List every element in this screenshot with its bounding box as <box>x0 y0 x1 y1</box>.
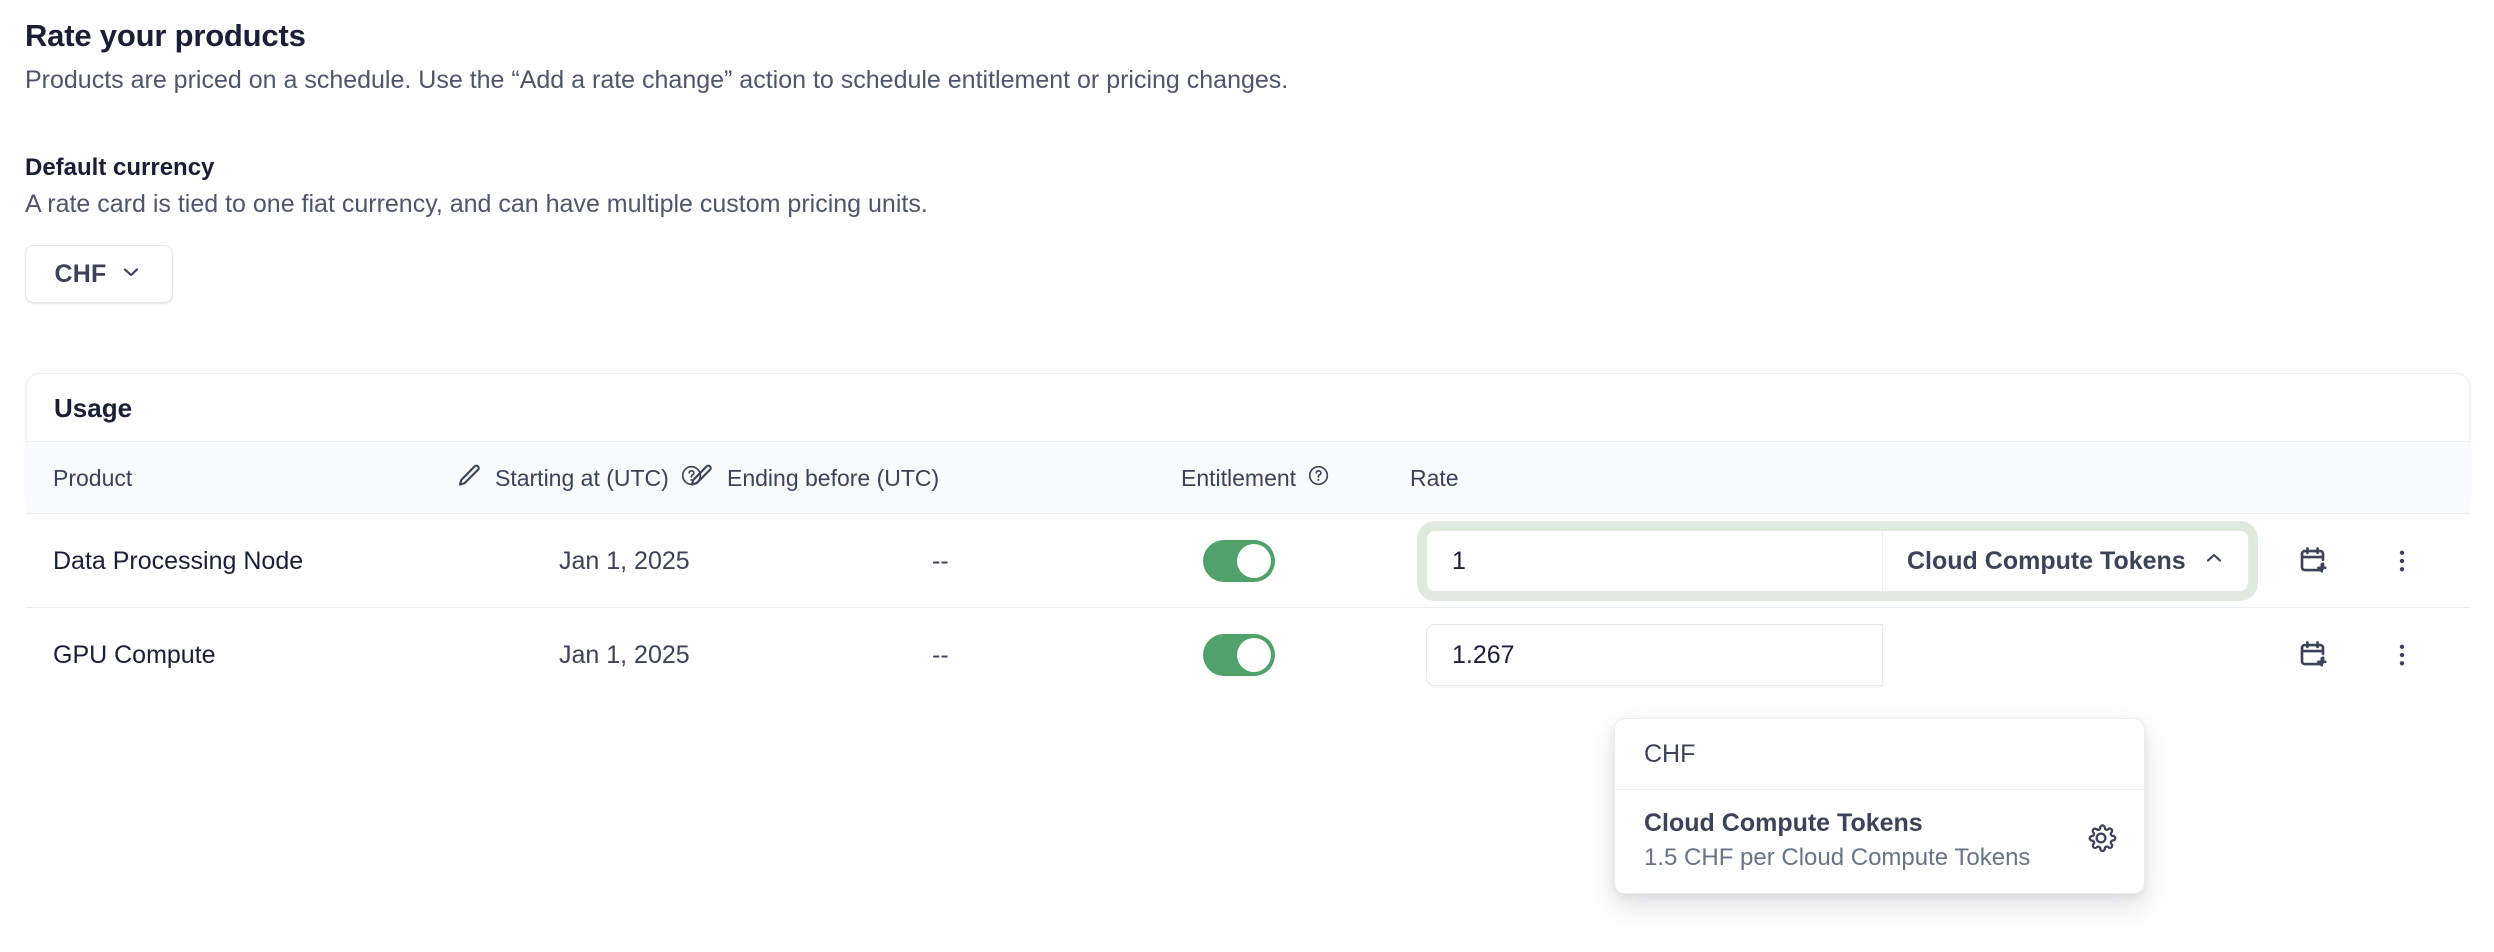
default-currency-value: CHF <box>55 260 107 289</box>
column-header-product-label: Product <box>53 465 132 492</box>
table-row: GPU Compute Jan 1, 2025 -- 1.267 <box>26 608 2470 702</box>
column-header-rate: Rate <box>1410 442 1459 515</box>
usage-table: Product Starting at (UTC) <box>26 441 2470 702</box>
column-header-ending-before: Ending before (UTC) <box>686 442 939 515</box>
chevron-up-icon <box>2202 546 2226 577</box>
table-row: Data Processing Node Jan 1, 2025 -- Clou… <box>26 514 2470 608</box>
dropdown-option-cloud-compute-tokens[interactable]: Cloud Compute Tokens 1.5 CHF per Cloud C… <box>1615 790 2144 893</box>
page-title: Rate your products <box>25 16 1625 56</box>
entitlement-toggle[interactable] <box>1203 608 1275 702</box>
cell-starting-at[interactable]: Jan 1, 2025 <box>559 514 690 608</box>
dropdown-option-label: Cloud Compute Tokens <box>1644 808 2030 838</box>
dropdown-option-sublabel: 1.5 CHF per Cloud Compute Tokens <box>1644 843 2030 873</box>
chevron-down-icon <box>119 260 143 289</box>
dropdown-option-label: CHF <box>1644 740 1695 769</box>
cell-rate: Cloud Compute Tokens <box>1426 514 2249 608</box>
default-currency-description: A rate card is tied to one fiat currency… <box>25 187 928 221</box>
rate-card-page: Rate your products Products are priced o… <box>0 0 2494 952</box>
intro-block: Rate your products Products are priced o… <box>25 16 1625 98</box>
cell-ending-before[interactable]: -- <box>932 514 949 608</box>
row-overflow-menu-button[interactable] <box>2387 514 2417 608</box>
gear-icon[interactable] <box>2084 821 2118 860</box>
column-header-starting-at: Starting at (UTC) <box>454 442 703 515</box>
usage-card-header: Usage <box>27 374 2469 442</box>
entitlement-toggle[interactable] <box>1203 514 1275 608</box>
dropdown-option-text: Cloud Compute Tokens 1.5 CHF per Cloud C… <box>1644 808 2030 873</box>
rate-unit-dropdown-menu: CHF Cloud Compute Tokens 1.5 CHF per Clo… <box>1614 718 2145 894</box>
cell-ending-before[interactable]: -- <box>932 608 949 702</box>
rate-unit-label: Cloud Compute Tokens <box>1907 547 2186 576</box>
usage-card-title: Usage <box>54 393 132 424</box>
question-circle-icon[interactable] <box>1307 464 1330 493</box>
dropdown-option-chf[interactable]: CHF <box>1615 719 2144 789</box>
rate-input[interactable]: 1.267 <box>1426 624 1883 686</box>
cell-product: GPU Compute <box>53 608 216 702</box>
table-header-row: Product Starting at (UTC) <box>26 441 2470 514</box>
column-header-product: Product <box>53 442 132 515</box>
column-header-entitlement: Entitlement <box>1181 442 1330 515</box>
toggle-knob <box>1237 544 1271 578</box>
pencil-icon[interactable] <box>454 461 484 497</box>
page-subtitle: Products are priced on a schedule. Use t… <box>25 62 1625 98</box>
default-currency-label: Default currency <box>25 152 214 184</box>
column-header-ending-before-label: Ending before (UTC) <box>727 465 939 492</box>
row-overflow-menu-button[interactable] <box>2387 608 2417 702</box>
cell-product: Data Processing Node <box>53 514 303 608</box>
column-header-entitlement-label: Entitlement <box>1181 465 1296 492</box>
rate-input-group-focused: Cloud Compute Tokens <box>1426 530 2249 592</box>
cell-rate: 1.267 <box>1426 608 1883 702</box>
rate-input-group: 1.267 <box>1426 624 1883 686</box>
toggle-knob <box>1237 638 1271 672</box>
rate-input[interactable] <box>1427 531 1882 591</box>
column-header-rate-label: Rate <box>1410 465 1459 492</box>
pencil-icon[interactable] <box>686 461 716 497</box>
column-header-starting-at-label: Starting at (UTC) <box>495 465 669 492</box>
add-rate-change-button[interactable] <box>2296 608 2332 702</box>
add-rate-change-button[interactable] <box>2296 514 2332 608</box>
default-currency-select[interactable]: CHF <box>25 245 173 303</box>
rate-unit-dropdown-button[interactable]: Cloud Compute Tokens <box>1882 531 2248 591</box>
cell-starting-at[interactable]: Jan 1, 2025 <box>559 608 690 702</box>
